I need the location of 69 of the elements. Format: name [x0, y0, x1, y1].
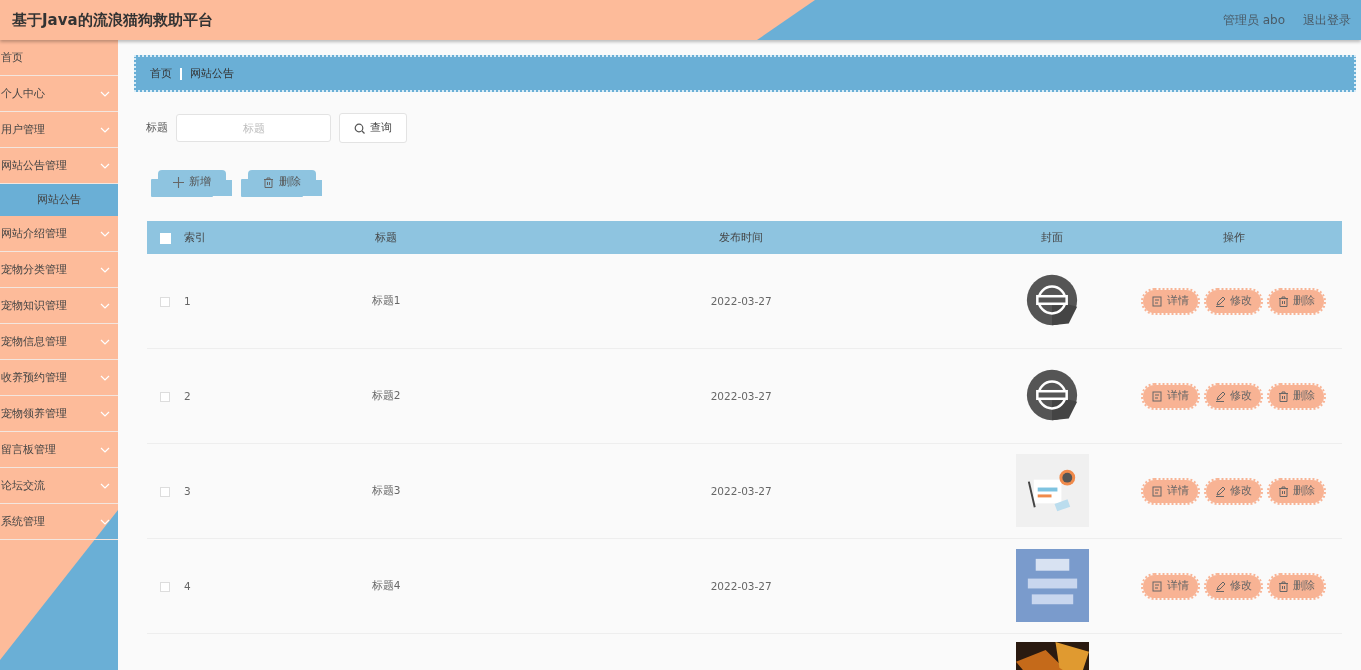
- chevron-down-icon: [100, 230, 110, 237]
- edit-button[interactable]: 修改: [1206, 384, 1262, 408]
- breadcrumb-item[interactable]: 首页: [150, 66, 172, 81]
- table-cell: 2022-03-27: [710, 390, 772, 402]
- column-header: 发布时间: [719, 230, 764, 243]
- column-header: 标题: [375, 230, 398, 243]
- table-cell: 2: [184, 390, 191, 402]
- checkbox[interactable]: [160, 392, 171, 402]
- table-cell: 标题4: [371, 579, 401, 591]
- column-header: 封面: [1041, 230, 1064, 243]
- checkbox[interactable]: [160, 297, 171, 307]
- table-cell: 标题2: [371, 389, 401, 401]
- chevron-down-icon: [100, 518, 110, 525]
- detail-button[interactable]: 详情: [1143, 479, 1199, 503]
- delete-button[interactable]: 删除: [1269, 574, 1325, 598]
- document-icon: [1152, 580, 1164, 592]
- chevron-down-icon: [100, 162, 110, 169]
- detail-button[interactable]: 详情: [1143, 289, 1199, 313]
- edit-button[interactable]: 修改: [1206, 289, 1262, 313]
- logout-link[interactable]: 退出登录: [1303, 11, 1351, 29]
- checkbox[interactable]: [160, 582, 171, 592]
- pencil-icon: [1215, 580, 1227, 592]
- search-button[interactable]: 查询: [339, 113, 407, 143]
- chevron-down-icon: [100, 374, 110, 381]
- chevron-down-icon: [100, 90, 110, 97]
- chevron-down-icon: [100, 446, 110, 453]
- trash-icon: [1278, 390, 1290, 402]
- trash-icon: [1278, 295, 1290, 307]
- table-cell: 标题3: [371, 484, 401, 496]
- detail-button[interactable]: 详情: [1143, 574, 1199, 598]
- sidebar-subitem[interactable]: 网站公告: [0, 184, 118, 216]
- chevron-down-icon: [100, 266, 110, 273]
- chevron-down-icon: [100, 126, 110, 133]
- chevron-down-icon: [100, 410, 110, 417]
- search-icon: [354, 122, 365, 134]
- trash-icon: [263, 176, 274, 188]
- document-icon: [1152, 485, 1164, 497]
- trash-icon: [1278, 580, 1290, 592]
- chevron-down-icon: [100, 482, 110, 489]
- table-cell: 3: [184, 485, 191, 497]
- table-cell: 2022-03-27: [710, 580, 772, 592]
- table-cell: 1: [184, 295, 191, 307]
- pencil-icon: [1215, 485, 1227, 497]
- delete-button[interactable]: 删除: [1269, 384, 1325, 408]
- table-cell: 2022-03-27: [710, 485, 772, 497]
- chevron-down-icon: [100, 338, 110, 345]
- table-cell: 2022-03-27: [710, 295, 772, 307]
- edit-button[interactable]: 修改: [1206, 479, 1262, 503]
- checkbox[interactable]: [160, 487, 171, 497]
- document-icon: [1152, 390, 1164, 402]
- column-header: 索引: [184, 230, 207, 243]
- column-header: 操作: [1222, 230, 1245, 243]
- trash-icon: [1278, 485, 1290, 497]
- delete-button[interactable]: 删除: [1269, 289, 1325, 313]
- plus-icon: [173, 176, 184, 188]
- edit-button[interactable]: 修改: [1206, 574, 1262, 598]
- pencil-icon: [1215, 295, 1227, 307]
- delete-button[interactable]: 删除: [1269, 479, 1325, 503]
- pencil-icon: [1215, 390, 1227, 402]
- search-field[interactable]: 标题: [176, 114, 331, 142]
- document-icon: [1152, 295, 1164, 307]
- table-cell: 4: [184, 580, 191, 592]
- breadcrumb-item[interactable]: 网站公告: [190, 66, 234, 81]
- user-label: 管理员 abo: [1222, 11, 1285, 29]
- table-cell: 标题1: [371, 294, 401, 306]
- site-title: 基于Java的流浪猫狗救助平台: [12, 10, 213, 30]
- field-label: 标题: [146, 121, 168, 135]
- chevron-down-icon: [100, 302, 110, 309]
- detail-button[interactable]: 详情: [1143, 384, 1199, 408]
